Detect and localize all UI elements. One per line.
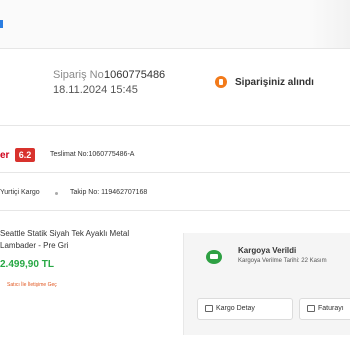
seller-name[interactable]: er [0,150,9,161]
invoice-label: Faturayı [318,305,344,312]
divider [0,172,350,173]
tracking-number: Takip No: 119462707168 [70,189,148,196]
cargo-detail-button[interactable]: Kargo Detay [197,298,293,320]
order-number: 1060775486 [104,69,166,81]
document-icon [307,304,315,312]
order-number-label: Sipariş No [53,69,104,81]
order-date: 18.11.2024 15:45 [53,84,138,96]
cargo-detail-label: Kargo Detay [216,305,255,312]
separator-dot [55,192,58,195]
truck-icon [206,250,222,264]
order-received-icon [215,76,227,88]
cargo-date: Kargoya Verilme Tarihi: 22 Kasım [238,258,327,264]
header-fade [310,0,350,48]
invoice-button[interactable]: Faturayı [299,298,350,320]
box-icon [205,304,213,312]
delivery-number: Teslimat No:1060775486-A [50,151,135,158]
divider [0,210,350,211]
seller-score-badge: 6.2 [15,148,35,162]
page-header-band [0,0,350,49]
header-accent-mark [0,20,3,28]
cargo-status: Kargoya Verildi [238,246,297,255]
divider [0,125,350,126]
product-name[interactable]: Seattle Statik Siyah Tek Ayaklı Metal La… [0,228,160,252]
contact-seller-link[interactable]: Satıcı İle İletişime Geç [7,282,57,288]
order-status: Siparişiniz alındı [235,77,314,88]
cargo-company: Yurtiçi Kargo [0,189,40,196]
product-price: 2.499,90 TL [0,259,54,270]
